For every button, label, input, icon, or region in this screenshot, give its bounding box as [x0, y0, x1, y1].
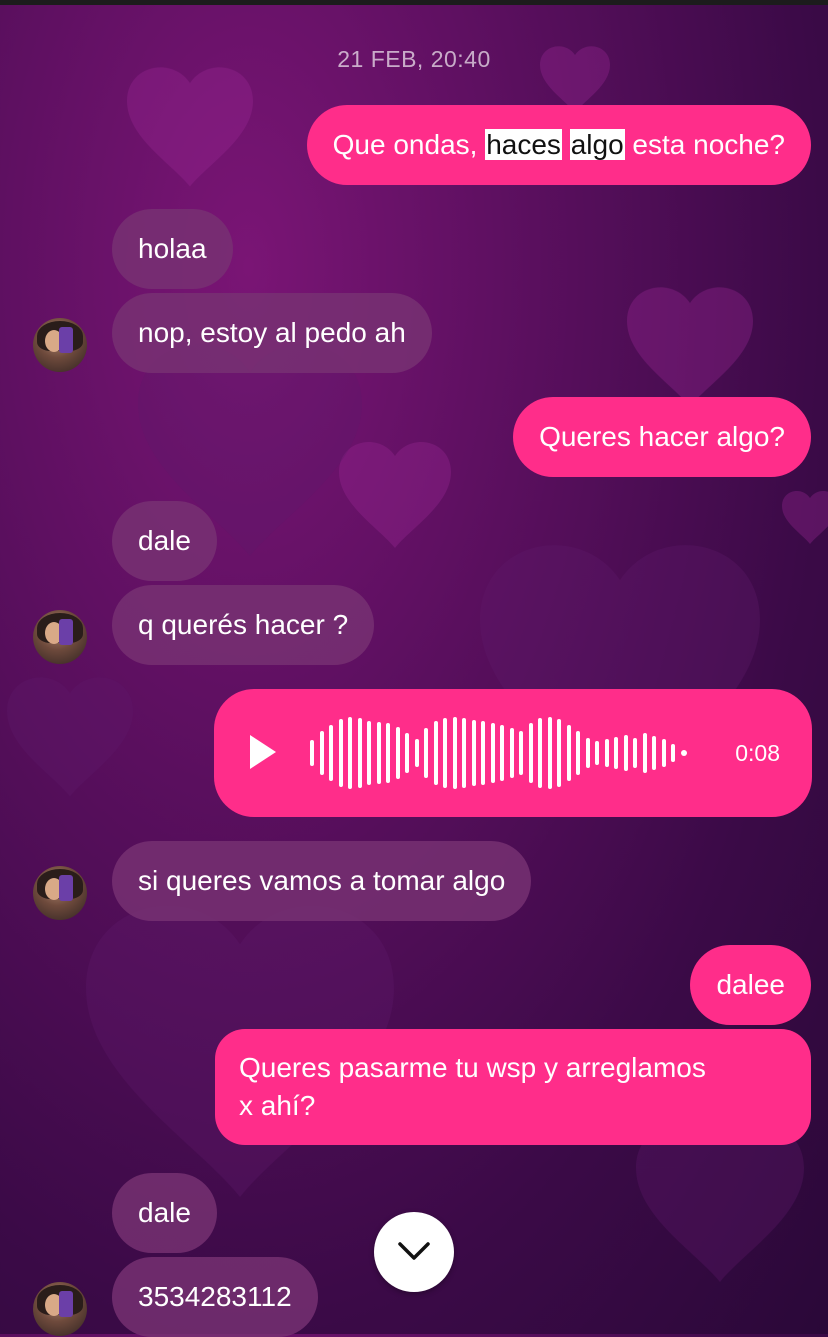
waveform-bar [357, 718, 362, 788]
outgoing-message[interactable]: dalee [690, 945, 811, 1025]
voice-message[interactable]: 0:08 [214, 689, 812, 817]
message-text: si queres vamos a tomar algo [138, 865, 506, 896]
waveform-bar [490, 723, 495, 783]
chevron-down-icon [398, 1242, 430, 1260]
incoming-message[interactable]: si queres vamos a tomar algo [112, 841, 532, 921]
waveform-bar [566, 725, 571, 781]
scroll-to-bottom-button[interactable] [374, 1212, 454, 1292]
waveform-bar [500, 725, 504, 781]
waveform-bar [528, 723, 533, 783]
contact-avatar[interactable] [33, 1282, 87, 1336]
waveform-bar [481, 721, 485, 785]
message-text: holaa [138, 233, 207, 264]
contact-avatar[interactable] [33, 866, 87, 920]
message-text: nop, estoy al pedo ah [138, 317, 406, 348]
contact-avatar[interactable] [33, 318, 87, 372]
waveform-bar [367, 721, 371, 785]
waveform-bar [642, 733, 647, 773]
waveform-bar [633, 738, 637, 768]
waveform-bar [462, 718, 466, 788]
message-text: dale [138, 1197, 191, 1228]
message-text: esta noche? [624, 129, 785, 160]
contact-avatar[interactable] [33, 610, 87, 664]
waveform-bar [376, 722, 381, 784]
message-text: Que ondas, [332, 129, 486, 160]
waveform-bar [585, 738, 590, 768]
outgoing-message[interactable]: Que ondas, haces algo esta noche? [306, 105, 811, 185]
outgoing-message[interactable]: Queres hacer algo? [513, 397, 811, 477]
message-text: dalee [716, 969, 785, 1000]
waveform-bar [680, 750, 687, 756]
play-icon[interactable] [250, 735, 276, 769]
waveform-bar [614, 737, 618, 769]
message-text: 3534283112 [138, 1281, 292, 1312]
highlighted-word: haces [485, 129, 562, 160]
waveform-bar [519, 731, 523, 775]
waveform-bar [623, 735, 628, 771]
waveform-bar [424, 728, 428, 778]
chat-timestamp: 21 FEB, 20:40 [337, 46, 491, 72]
waveform-bar [443, 718, 447, 788]
waveform-bar [471, 720, 476, 786]
waveform-bar [661, 739, 666, 767]
waveform-bar [452, 717, 457, 789]
waveform-bar [595, 741, 599, 765]
incoming-message[interactable]: dale [112, 501, 217, 581]
message-text-line: Queres pasarme tu wsp y arreglamos [239, 1052, 706, 1083]
waveform-bar [405, 733, 409, 773]
incoming-message[interactable]: dale [112, 1173, 217, 1253]
incoming-message[interactable]: q querés hacer ? [112, 585, 375, 665]
highlighted-word: algo [569, 129, 625, 160]
waveform-bar [338, 719, 343, 787]
waveform-bar [329, 725, 333, 781]
audio-waveform[interactable] [310, 689, 710, 817]
message-text-line: x ahí? [239, 1090, 316, 1121]
waveform-bar [310, 740, 314, 766]
incoming-message[interactable]: nop, estoy al pedo ah [112, 293, 432, 373]
waveform-bar [319, 731, 324, 775]
outgoing-message[interactable]: Queres pasarme tu wsp y arreglamos x ahí… [215, 1029, 811, 1145]
message-text: Queres hacer algo? [539, 421, 785, 452]
waveform-bar [395, 727, 400, 779]
message-text [562, 129, 570, 160]
waveform-bar [386, 723, 390, 783]
waveform-bar [433, 721, 438, 785]
waveform-bar [652, 736, 656, 770]
waveform-bar [509, 728, 514, 778]
waveform-bar [414, 739, 419, 767]
voice-duration: 0:08 [735, 740, 780, 766]
waveform-bar [348, 717, 352, 789]
waveform-bar [538, 718, 542, 788]
waveform-bar [576, 731, 580, 775]
waveform-bar [604, 739, 609, 767]
message-text: q querés hacer ? [138, 609, 349, 640]
incoming-message[interactable]: holaa [112, 209, 233, 289]
message-text: dale [138, 525, 191, 556]
waveform-bar [671, 744, 675, 762]
waveform-bar [557, 719, 561, 787]
waveform-bar [547, 717, 552, 789]
incoming-message[interactable]: 3534283112 [112, 1257, 318, 1337]
